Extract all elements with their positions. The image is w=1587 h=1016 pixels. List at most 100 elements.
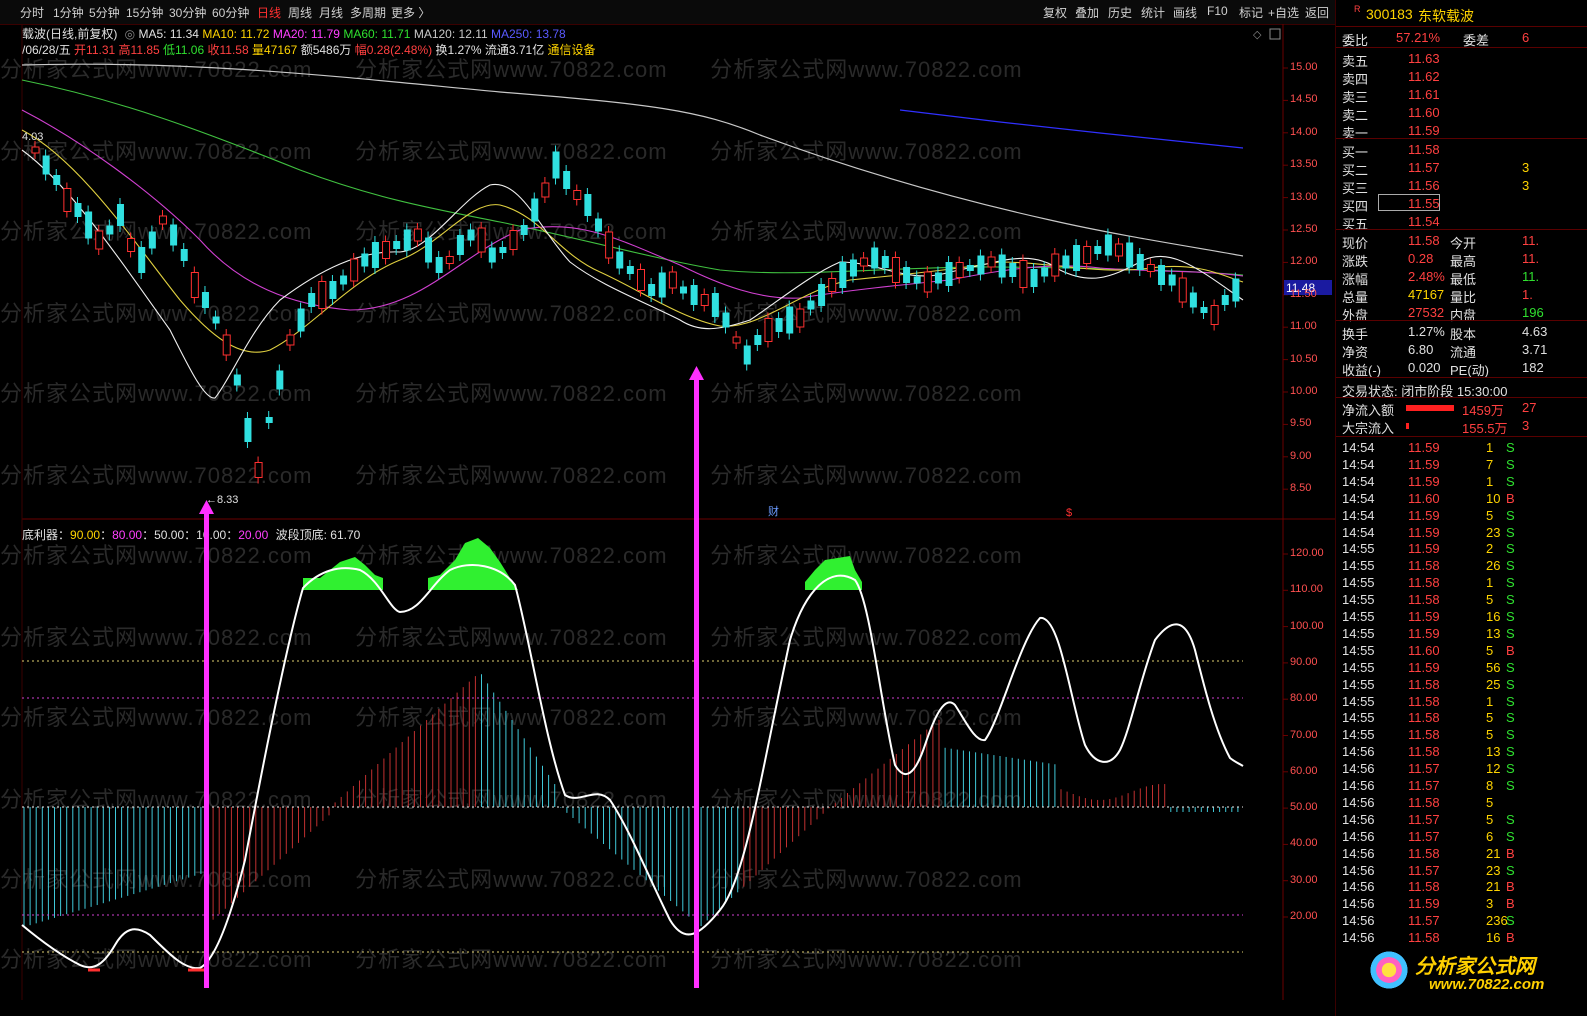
quote-row: 涨跌 0.28 最高 11. (1336, 250, 1587, 269)
tick-time: 14:54 (1342, 524, 1375, 540)
tick-side: S (1506, 609, 1515, 624)
bid-price: 11.56 (1408, 178, 1440, 193)
tick-price: 11.58 (1408, 693, 1440, 709)
candle-body (244, 418, 252, 442)
candle-body (148, 231, 156, 249)
tick-volume: 5 (1486, 727, 1494, 743)
weicha-value: 6 (1522, 30, 1530, 45)
buy-arrow-1 (199, 500, 214, 988)
tick-side: S (1506, 592, 1515, 608)
panel-toggle-icon (1269, 28, 1281, 40)
candle-body (977, 255, 985, 275)
tick-row: 14:56 11.57 6 S (1336, 828, 1587, 846)
left-price-mark: 4.03 (22, 131, 43, 143)
tick-time: 14:56 (1342, 778, 1375, 793)
candle-body (106, 225, 114, 235)
osc-axis-label: 80.00 (1290, 692, 1318, 705)
candle-body (648, 284, 656, 296)
candle-body (913, 276, 921, 284)
candle-body (668, 271, 677, 289)
kline-chart[interactable]: 11.48 ←8.33 4.03 财 $ ◇ (0, 0, 1335, 1016)
candle-body (1168, 274, 1176, 286)
osc-axis-label: 100.00 (1290, 619, 1324, 632)
ask-price: 11.63 (1408, 51, 1440, 66)
quote-value: 47167 (1408, 287, 1445, 302)
ask-price: 11.62 (1408, 69, 1440, 84)
candle-body (222, 334, 231, 356)
price-axis-label: 10.50 (1290, 352, 1318, 365)
ask-label: 卖一 (1342, 126, 1369, 141)
osc-axis (1283, 553, 1288, 918)
candle-body (509, 230, 518, 250)
tick-price: 11.59 (1408, 541, 1440, 557)
tick-side: B (1506, 490, 1515, 506)
tick-price: 11.59 (1408, 524, 1440, 540)
tick-side: S (1506, 828, 1515, 844)
candle-body (1073, 245, 1081, 271)
candle-body (807, 300, 815, 310)
candle-body (477, 227, 486, 253)
osc-axis-label: 40.00 (1290, 837, 1318, 850)
tick-volume: 236 (1486, 913, 1508, 929)
tick-row: 14:54 11.59 23 S (1336, 524, 1587, 542)
quote-value: 196 (1522, 305, 1544, 320)
candle-body (732, 336, 741, 344)
tick-time: 14:56 (1342, 879, 1375, 895)
tick-volume: 13 (1486, 744, 1501, 760)
tick-volume: 8 (1486, 778, 1494, 793)
candle-body (435, 257, 443, 273)
bid-row: 买二 11.57 3 (1336, 159, 1587, 178)
candle-body (361, 253, 369, 267)
quote-value: 4.63 (1522, 324, 1548, 339)
candle-body (382, 241, 391, 259)
candle-body (190, 272, 199, 298)
candle-body (786, 306, 794, 334)
ask-row: 卖三 11.61 (1336, 86, 1587, 105)
candle-body (711, 293, 719, 317)
price-axis-label: 14.50 (1290, 93, 1318, 106)
tick-row: 14:55 11.58 5 S (1336, 591, 1587, 609)
tick-time: 14:55 (1342, 575, 1375, 591)
tick-row: 14:55 11.59 56 S (1336, 659, 1587, 677)
candle-body (445, 256, 454, 264)
candle-body (1232, 278, 1240, 302)
quote-row: 总量 47167 量比 1. (1336, 286, 1587, 305)
tick-price: 11.59 (1408, 440, 1440, 455)
candle-body (690, 285, 698, 305)
candle-body (276, 370, 284, 390)
candle-body (1210, 305, 1219, 325)
tick-row: 14:54 11.60 10 B (1336, 490, 1587, 508)
price-axis-label: 11.00 (1290, 320, 1317, 333)
tick-price: 11.58 (1408, 930, 1440, 946)
tick-time: 14:55 (1342, 676, 1375, 692)
tick-volume: 5 (1486, 794, 1494, 810)
candle-body (1083, 246, 1092, 264)
stock-flag: R (1354, 4, 1361, 14)
candle-body (95, 230, 104, 250)
bid-price: 11.57 (1408, 160, 1440, 175)
tick-side: B (1506, 845, 1515, 861)
tick-time: 14:54 (1342, 456, 1375, 472)
tick-time: 14:56 (1342, 930, 1375, 946)
tick-price: 11.58 (1408, 575, 1440, 591)
tick-time: 14:55 (1342, 541, 1375, 557)
tick-side: S (1506, 727, 1515, 743)
price-axis-label: 9.00 (1290, 449, 1312, 462)
ma250-line (899, 109, 1244, 149)
tick-price: 11.57 (1408, 761, 1440, 777)
candle-body (658, 272, 666, 298)
candle-body (1189, 292, 1197, 308)
tick-row: 14:55 11.60 5 B (1336, 642, 1587, 660)
tick-volume: 26 (1486, 558, 1501, 574)
logo-flower-icon (1369, 950, 1409, 990)
block-inflow-extra: 3 (1522, 418, 1530, 433)
candle-body (158, 215, 167, 225)
bid-price: 11.54 (1408, 214, 1440, 229)
tick-side: S (1506, 778, 1515, 793)
candle-body (552, 151, 560, 179)
tick-price: 11.58 (1408, 727, 1440, 743)
tick-volume: 1 (1486, 693, 1494, 709)
candle-body (637, 269, 645, 291)
tick-volume: 10 (1486, 490, 1501, 506)
tick-time: 14:56 (1342, 744, 1375, 760)
